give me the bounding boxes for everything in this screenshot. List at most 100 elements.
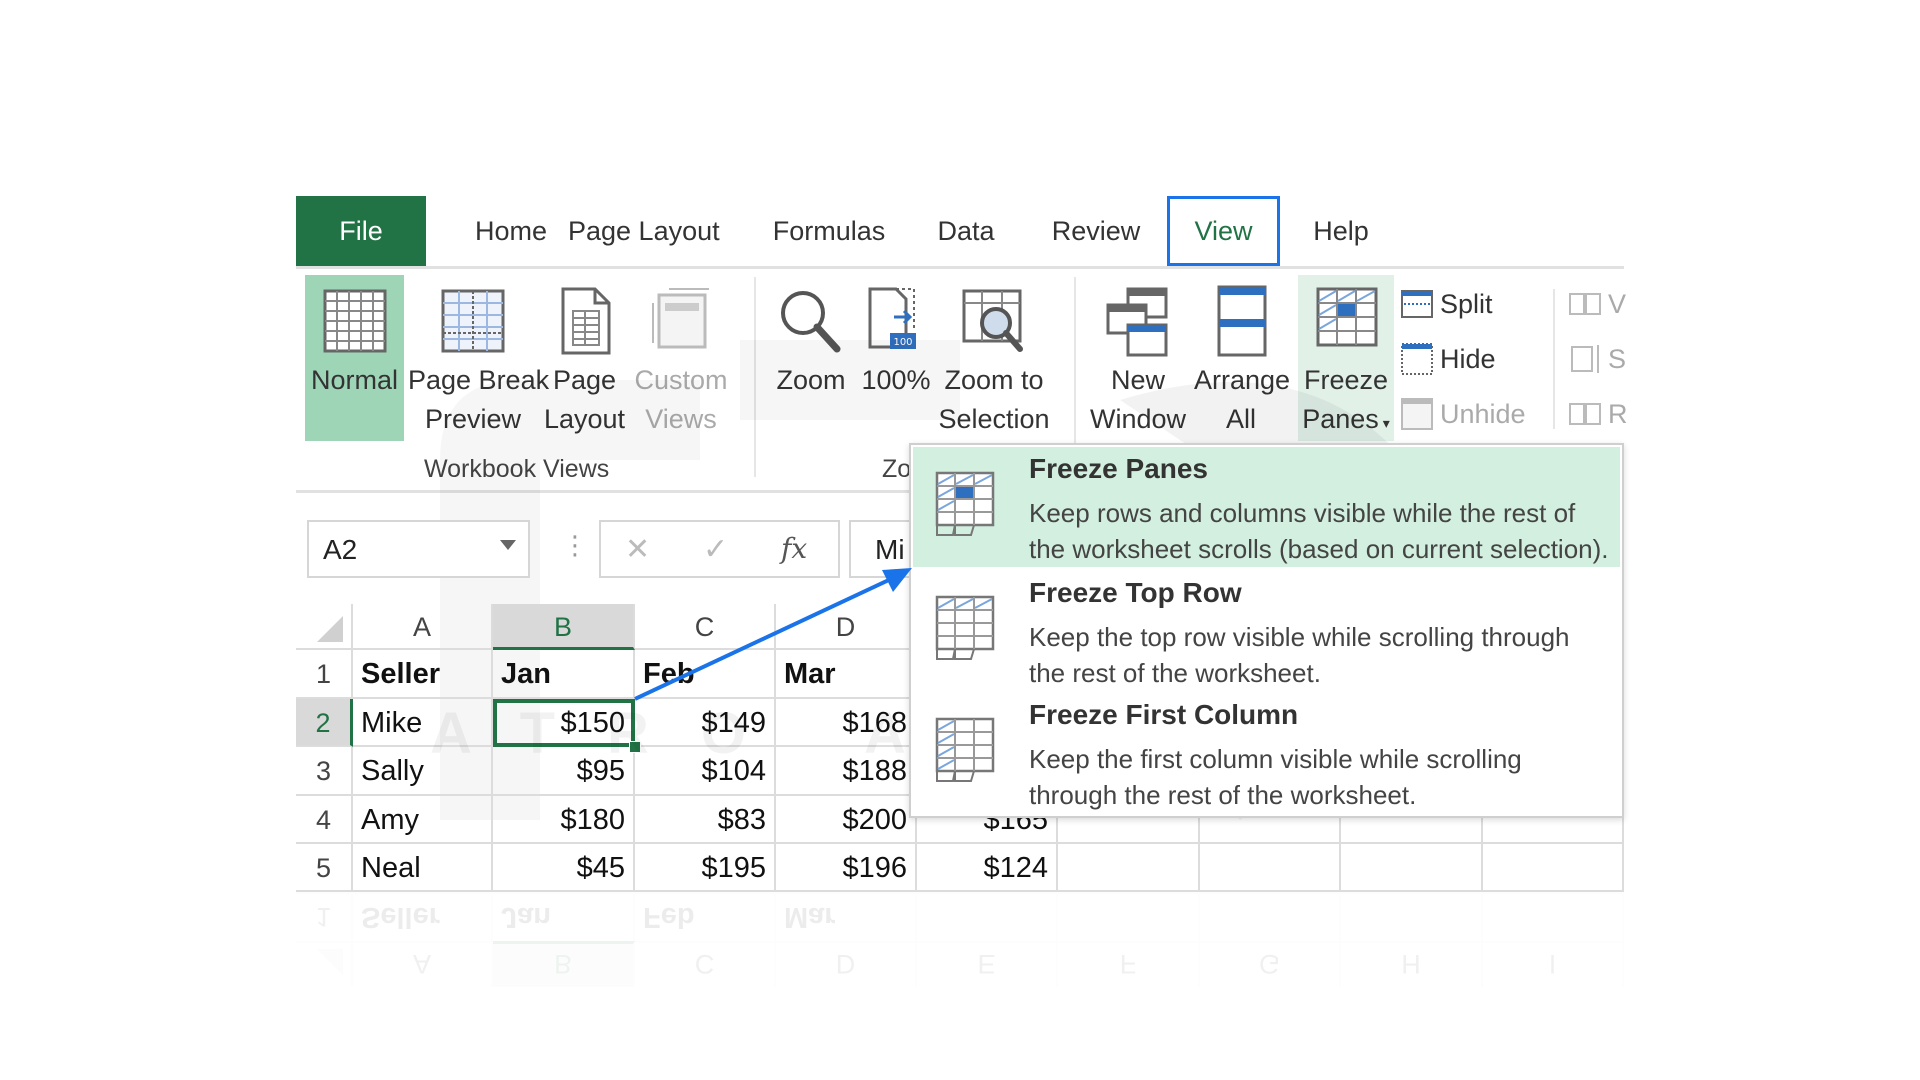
cell-a1[interactable]: Seller bbox=[353, 650, 493, 699]
formula-bar-grip-icon[interactable]: ⋮ bbox=[562, 530, 588, 561]
tab-review[interactable]: Review bbox=[1041, 196, 1151, 266]
cell-d1[interactable]: Mar bbox=[776, 650, 917, 699]
name-box[interactable]: A2 bbox=[307, 520, 530, 578]
reflection-column-header-h: H bbox=[1341, 941, 1483, 987]
tab-page-layout[interactable]: Page Layout bbox=[568, 196, 720, 266]
column-header-c[interactable]: C bbox=[635, 604, 776, 650]
ribbon-tab-bar: File Home Page Layout Formulas Data Revi… bbox=[296, 196, 1624, 269]
enter-icon[interactable]: ✓ bbox=[703, 532, 728, 567]
split-icon bbox=[1401, 290, 1433, 318]
row-header-5[interactable]: 5 bbox=[296, 844, 353, 892]
cell-c5[interactable]: $195 bbox=[635, 844, 776, 892]
page-layout-icon bbox=[561, 287, 610, 355]
column-header-b[interactable]: B bbox=[493, 604, 635, 650]
column-header-d[interactable]: D bbox=[776, 604, 917, 650]
page-layout-label-2: Layout bbox=[543, 404, 626, 434]
reflection-column-header-a: A bbox=[353, 941, 493, 987]
menu-item-description: Keep the first column visible while scro… bbox=[1029, 744, 1522, 810]
zoom-100-badge: 100 bbox=[893, 337, 912, 348]
cell-d3[interactable]: $188 bbox=[776, 747, 917, 796]
unhide-icon bbox=[1401, 398, 1433, 430]
reflection-column-header-f: F bbox=[1058, 941, 1200, 987]
cell-b3[interactable]: $95 bbox=[493, 747, 635, 796]
cell-e5[interactable]: $124 bbox=[917, 844, 1058, 892]
custom-views-label-2: Views bbox=[645, 404, 717, 434]
reset-window-position-button[interactable]: R bbox=[1568, 389, 1628, 439]
side-by-side-icon bbox=[1569, 293, 1601, 315]
menu-item-description: Keep rows and columns visible while the … bbox=[1029, 498, 1609, 564]
sync-scroll-label: S bbox=[1608, 343, 1627, 374]
cell-c3[interactable]: $104 bbox=[635, 747, 776, 796]
reflection-column-header-e: E bbox=[917, 941, 1058, 987]
menu-item-freeze-first-column[interactable]: Freeze First Column Keep the first colum… bbox=[913, 693, 1620, 813]
page-layout-button[interactable]: Page Layout bbox=[542, 275, 627, 441]
column-header-a[interactable]: A bbox=[353, 604, 493, 650]
cell-d2[interactable]: $168 bbox=[776, 699, 917, 747]
cell-d5[interactable]: $196 bbox=[776, 844, 917, 892]
custom-views-button[interactable]: Custom Views bbox=[631, 275, 731, 441]
reflection-column-header-d: D bbox=[776, 941, 917, 987]
cell-c2[interactable]: $149 bbox=[635, 699, 776, 747]
page-break-preview-button[interactable]: Page Break Preview bbox=[408, 275, 549, 441]
row-header-1[interactable]: 1 bbox=[296, 650, 353, 699]
row-header-2[interactable]: 2 bbox=[296, 699, 353, 747]
tab-formulas[interactable]: Formulas bbox=[764, 196, 894, 266]
cell-b4[interactable]: $180 bbox=[493, 796, 635, 844]
reset-window-icon bbox=[1569, 403, 1601, 425]
cell-b5[interactable]: $45 bbox=[493, 844, 635, 892]
cell-a2[interactable]: Mike bbox=[353, 699, 493, 747]
cancel-icon[interactable]: ✕ bbox=[625, 532, 650, 567]
view-side-by-side-button[interactable]: V bbox=[1568, 279, 1626, 329]
split-button[interactable]: Split bbox=[1400, 279, 1493, 329]
tab-home[interactable]: Home bbox=[456, 196, 566, 266]
menu-item-freeze-panes[interactable]: Freeze Panes Keep rows and columns visib… bbox=[913, 447, 1620, 567]
hide-icon bbox=[1401, 343, 1433, 375]
tab-view[interactable]: View bbox=[1167, 196, 1280, 266]
zoom-label: Zoom bbox=[776, 365, 846, 395]
cell-a3[interactable]: Sally bbox=[353, 747, 493, 796]
cell-h5[interactable] bbox=[1341, 844, 1483, 892]
new-window-button[interactable]: New Window bbox=[1086, 275, 1190, 441]
row-header-4[interactable]: 4 bbox=[296, 796, 353, 844]
normal-view-button[interactable]: Normal bbox=[305, 275, 404, 441]
cell-d4[interactable]: $200 bbox=[776, 796, 917, 844]
page-layout-label-1: Page bbox=[552, 365, 617, 395]
cell-a5[interactable]: Neal bbox=[353, 844, 493, 892]
tab-file[interactable]: File bbox=[296, 196, 426, 266]
unhide-button[interactable]: Unhide bbox=[1400, 389, 1526, 439]
name-box-dropdown-icon[interactable] bbox=[500, 540, 516, 550]
select-all-corner[interactable] bbox=[296, 604, 353, 650]
menu-item-freeze-top-row[interactable]: Freeze Top Row Keep the top row visible … bbox=[913, 571, 1620, 691]
hide-button[interactable]: Hide bbox=[1400, 334, 1496, 384]
tab-data[interactable]: Data bbox=[916, 196, 1016, 266]
zoom-button[interactable]: Zoom bbox=[766, 275, 856, 441]
reflection-column-header-i: I bbox=[1483, 941, 1624, 987]
tab-help[interactable]: Help bbox=[1291, 196, 1391, 266]
cell-i5[interactable] bbox=[1483, 844, 1624, 892]
row-header-3[interactable]: 3 bbox=[296, 747, 353, 796]
arrange-all-button[interactable]: Arrange All bbox=[1194, 275, 1290, 441]
reflection-cell-d1: Mar bbox=[776, 892, 917, 941]
menu-item-title: Freeze Top Row bbox=[1029, 577, 1242, 608]
cell-a4[interactable]: Amy bbox=[353, 796, 493, 844]
cell-g5[interactable] bbox=[1200, 844, 1341, 892]
menu-item-description: Keep the top row visible while scrolling… bbox=[1029, 622, 1570, 688]
zoom-to-selection-button[interactable]: Zoom to Selection bbox=[938, 275, 1050, 441]
cell-f5[interactable] bbox=[1058, 844, 1200, 892]
zoom-group-label: Zo bbox=[882, 455, 912, 483]
insert-function-icon[interactable]: fx bbox=[781, 532, 807, 565]
reflection-column-header-b: B bbox=[493, 941, 635, 987]
arrange-all-label-2: All bbox=[1225, 404, 1256, 434]
split-label: Split bbox=[1440, 288, 1493, 319]
new-window-label-2: Window bbox=[1089, 404, 1187, 434]
synchronous-scrolling-button[interactable]: S bbox=[1568, 334, 1626, 384]
active-cell-border bbox=[493, 699, 635, 747]
zoom-100-label: 100% bbox=[861, 365, 931, 395]
freeze-panes-icon bbox=[1316, 287, 1378, 347]
freeze-panes-button[interactable]: Freeze Panes ▾ bbox=[1298, 275, 1394, 441]
cell-c4[interactable]: $83 bbox=[635, 796, 776, 844]
cell-c1[interactable]: Feb bbox=[635, 650, 776, 699]
fill-handle[interactable] bbox=[629, 741, 641, 753]
cell-b1[interactable]: Jan bbox=[493, 650, 635, 699]
zoom-100-button[interactable]: 100 100% bbox=[858, 275, 934, 441]
